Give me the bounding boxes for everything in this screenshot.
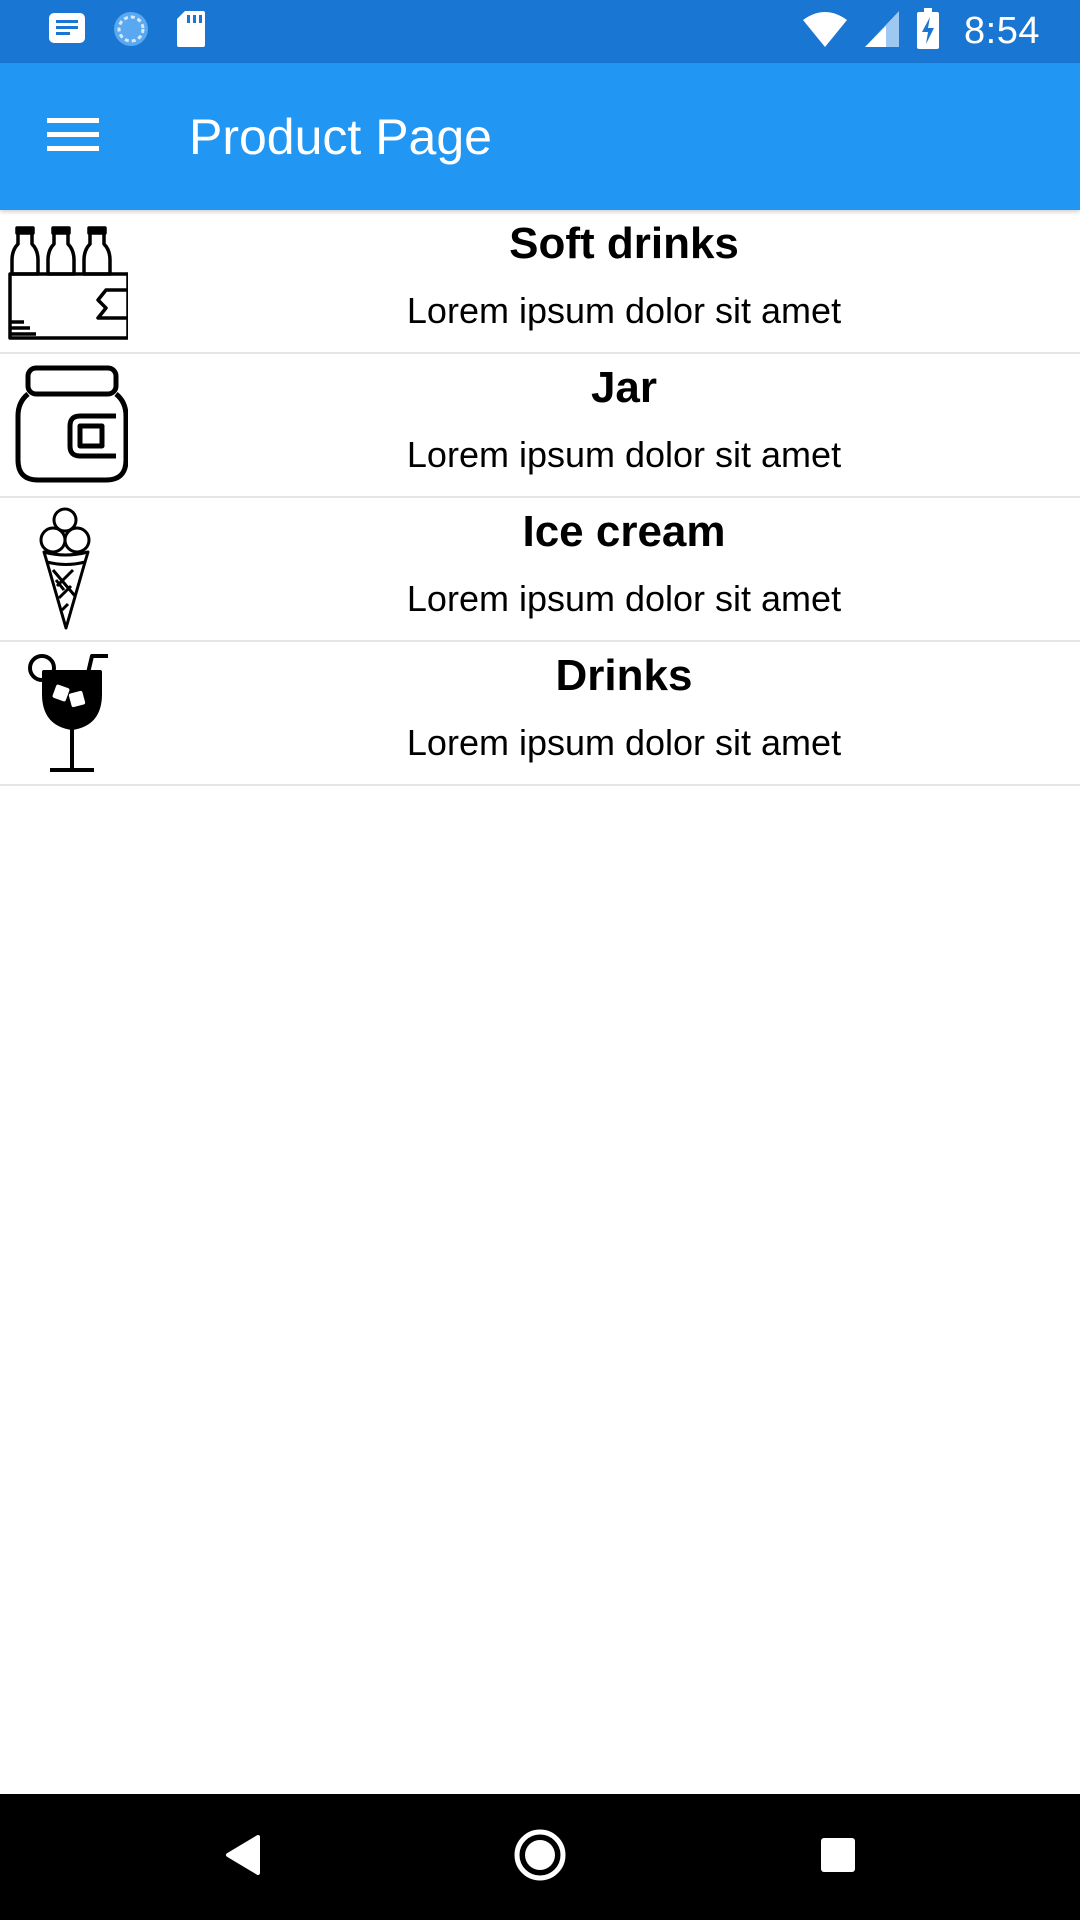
product-title: Soft drinks [509, 219, 739, 268]
wifi-icon [802, 10, 848, 53]
system-icons: 8:54 [802, 8, 1040, 55]
hamburger-menu-icon [47, 116, 99, 159]
list-item[interactable]: Soft drinks Lorem ipsum dolor sit amet [0, 210, 1080, 354]
list-item[interactable]: Ice cream Lorem ipsum dolor sit amet [0, 498, 1080, 642]
signal-icon [864, 10, 900, 53]
product-title: Ice cream [522, 507, 726, 556]
recents-button[interactable] [798, 1822, 878, 1892]
navigation-bar [0, 1794, 1080, 1920]
back-button[interactable] [202, 1822, 282, 1892]
sync-icon [112, 10, 150, 53]
cocktail-glass-icon [0, 650, 132, 774]
back-icon [222, 1833, 262, 1882]
jar-icon [0, 362, 132, 486]
product-description: Lorem ipsum dolor sit amet [406, 290, 842, 331]
home-icon [513, 1828, 567, 1887]
product-description: Lorem ipsum dolor sit amet [406, 578, 842, 619]
status-time: 8:54 [964, 10, 1040, 52]
ice-cream-cone-icon [0, 506, 132, 630]
app-bar: Product Page [0, 63, 1080, 210]
product-list: Soft drinks Lorem ipsum dolor sit amet J… [0, 210, 1080, 786]
home-button[interactable] [500, 1822, 580, 1892]
list-item[interactable]: Drinks Lorem ipsum dolor sit amet [0, 642, 1080, 786]
bottles-pack-icon [0, 218, 132, 342]
product-title: Drinks [555, 651, 693, 700]
page-title: Product Page [189, 109, 492, 165]
product-description: Lorem ipsum dolor sit amet [406, 722, 842, 763]
menu-button[interactable] [30, 99, 116, 175]
message-icon [48, 12, 86, 51]
product-title: Jar [590, 363, 658, 412]
sd-card-icon [176, 10, 206, 53]
battery-charging-icon [916, 8, 940, 55]
recents-icon [818, 1835, 858, 1880]
list-item[interactable]: Jar Lorem ipsum dolor sit amet [0, 354, 1080, 498]
screen: 8:54 Product Page Soft drinks Lorem ipsu… [0, 0, 1080, 1920]
status-bar: 8:54 [0, 0, 1080, 63]
product-description: Lorem ipsum dolor sit amet [406, 434, 842, 475]
notification-icons [48, 10, 206, 53]
